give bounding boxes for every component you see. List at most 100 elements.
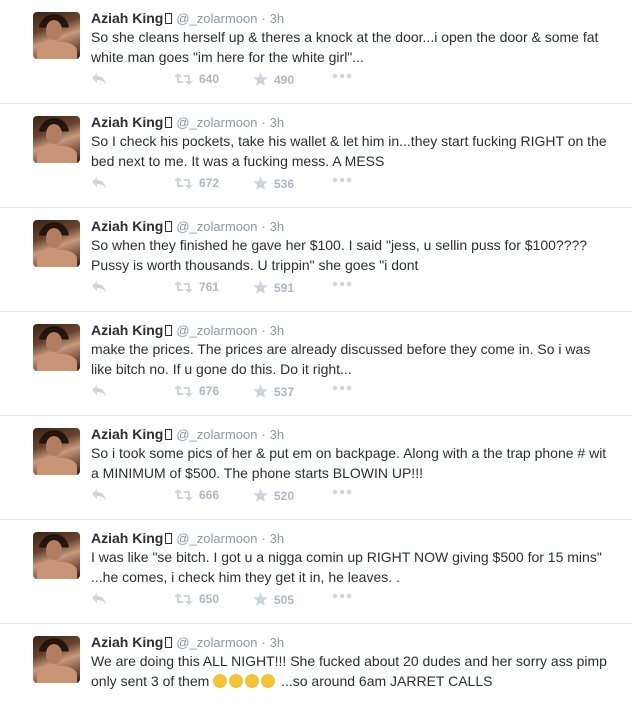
retweet-count: 761 [199, 280, 220, 294]
retweet-icon [174, 489, 193, 501]
reply-icon [92, 385, 106, 397]
unamused-face-icon [213, 674, 228, 688]
reply-button[interactable] [91, 384, 107, 398]
favorite-button[interactable]: 505 [253, 592, 294, 607]
user-name[interactable]: Aziah King [91, 426, 163, 442]
retweet-button[interactable]: 676 [174, 384, 219, 398]
retweet-count: 640 [199, 72, 220, 86]
tweet-header: Aziah King @_zolarmoon · 3h [91, 321, 284, 340]
verified-placeholder-icon [165, 13, 173, 24]
timestamp[interactable]: 3h [270, 219, 284, 234]
separator-dot: · [261, 219, 266, 234]
avatar[interactable] [33, 636, 80, 683]
avatar[interactable] [33, 220, 80, 267]
reply-button[interactable] [91, 72, 107, 86]
retweet-count: 666 [199, 488, 220, 502]
more-button[interactable] [332, 281, 352, 287]
star-icon [253, 384, 268, 398]
retweet-button[interactable]: 640 [174, 72, 219, 86]
favorite-count: 490 [274, 72, 295, 87]
tweet-header: Aziah King @_zolarmoon · 3h [91, 113, 284, 132]
more-button[interactable] [332, 385, 352, 391]
user-handle[interactable]: @_zolarmoon [176, 219, 257, 234]
separator-dot: · [261, 115, 266, 130]
user-name[interactable]: Aziah King [91, 114, 163, 130]
user-handle[interactable]: @_zolarmoon [176, 115, 257, 130]
star-icon [253, 592, 268, 606]
more-button[interactable] [332, 177, 352, 183]
retweet-button[interactable]: 761 [174, 280, 219, 294]
separator-dot: · [261, 427, 266, 442]
favorite-count: 505 [274, 592, 295, 607]
more-dots-icon [332, 489, 352, 495]
avatar[interactable] [33, 532, 80, 579]
separator-dot: · [261, 323, 266, 338]
avatar[interactable] [33, 324, 80, 371]
tweet[interactable]: Aziah King @_zolarmoon · 3h make the pric… [0, 312, 632, 416]
timestamp[interactable]: 3h [270, 635, 284, 650]
timestamp[interactable]: 3h [270, 427, 284, 442]
user-name[interactable]: Aziah King [91, 10, 163, 26]
user-name[interactable]: Aziah King [91, 322, 163, 338]
user-name[interactable]: Aziah King [91, 530, 163, 546]
avatar[interactable] [33, 428, 80, 475]
favorite-button[interactable]: 591 [253, 280, 294, 295]
more-dots-icon [332, 177, 352, 183]
tweet-text: make the prices. The prices are already … [91, 341, 591, 377]
tweet[interactable]: Aziah King @_zolarmoon · 3h So I check hi… [0, 104, 632, 208]
retweet-button[interactable]: 650 [174, 592, 219, 606]
more-button[interactable] [332, 489, 352, 495]
tweet-text: So she cleans herself up & theres a knoc… [91, 29, 599, 65]
tweet[interactable]: Aziah King @_zolarmoon · 3h So she cleans… [0, 0, 632, 104]
avatar[interactable] [33, 116, 80, 163]
timestamp[interactable]: 3h [270, 11, 284, 26]
more-dots-icon [332, 73, 352, 79]
user-handle[interactable]: @_zolarmoon [176, 531, 257, 546]
user-name[interactable]: Aziah King [91, 218, 163, 234]
user-name[interactable]: Aziah King [91, 634, 163, 650]
tweet[interactable]: Aziah King @_zolarmoon · 3h I was like "s… [0, 520, 632, 624]
reply-button[interactable] [91, 280, 107, 294]
reply-button[interactable] [91, 592, 107, 606]
unamused-face-icon [229, 674, 244, 688]
favorite-button[interactable]: 520 [253, 488, 294, 503]
retweet-icon [174, 281, 193, 293]
user-handle[interactable]: @_zolarmoon [176, 635, 257, 650]
separator-dot: · [261, 11, 266, 26]
reply-button[interactable] [91, 176, 107, 190]
retweet-button[interactable]: 672 [174, 176, 219, 190]
reply-icon [92, 489, 106, 501]
timestamp[interactable]: 3h [270, 531, 284, 546]
tweet[interactable]: Aziah King @_zolarmoon · 3h So when they … [0, 208, 632, 312]
user-handle[interactable]: @_zolarmoon [176, 427, 257, 442]
favorite-count: 537 [274, 384, 295, 399]
verified-placeholder-icon [165, 533, 173, 544]
retweet-count: 650 [199, 592, 220, 606]
tweet[interactable]: Aziah King @_zolarmoon · 3h We are doing … [0, 624, 632, 728]
tweet[interactable]: Aziah King @_zolarmoon · 3h So i took som… [0, 416, 632, 520]
reply-button[interactable] [91, 488, 107, 502]
retweet-button[interactable]: 666 [174, 488, 219, 502]
user-handle[interactable]: @_zolarmoon [176, 11, 257, 26]
favorite-button[interactable]: 490 [253, 72, 294, 87]
tweet-text: We are doing this ALL NIGHT!!! She fucke… [91, 651, 611, 691]
reply-icon [92, 177, 106, 189]
verified-placeholder-icon [165, 117, 173, 128]
more-dots-icon [332, 385, 352, 391]
more-dots-icon [332, 593, 352, 599]
avatar[interactable] [33, 12, 80, 59]
tweet-text: So i took some pics of her & put em on b… [91, 445, 607, 481]
favorite-button[interactable]: 537 [253, 384, 294, 399]
reply-icon [92, 281, 106, 293]
tweet-header: Aziah King @_zolarmoon · 3h [91, 425, 284, 444]
favorite-count: 536 [274, 176, 295, 191]
more-button[interactable] [332, 73, 352, 79]
more-button[interactable] [332, 593, 352, 599]
favorite-count: 591 [274, 280, 295, 295]
reply-icon [92, 593, 106, 605]
timestamp[interactable]: 3h [270, 323, 284, 338]
unamused-face-icon [261, 674, 276, 688]
user-handle[interactable]: @_zolarmoon [176, 323, 257, 338]
timestamp[interactable]: 3h [270, 115, 284, 130]
favorite-button[interactable]: 536 [253, 176, 294, 191]
